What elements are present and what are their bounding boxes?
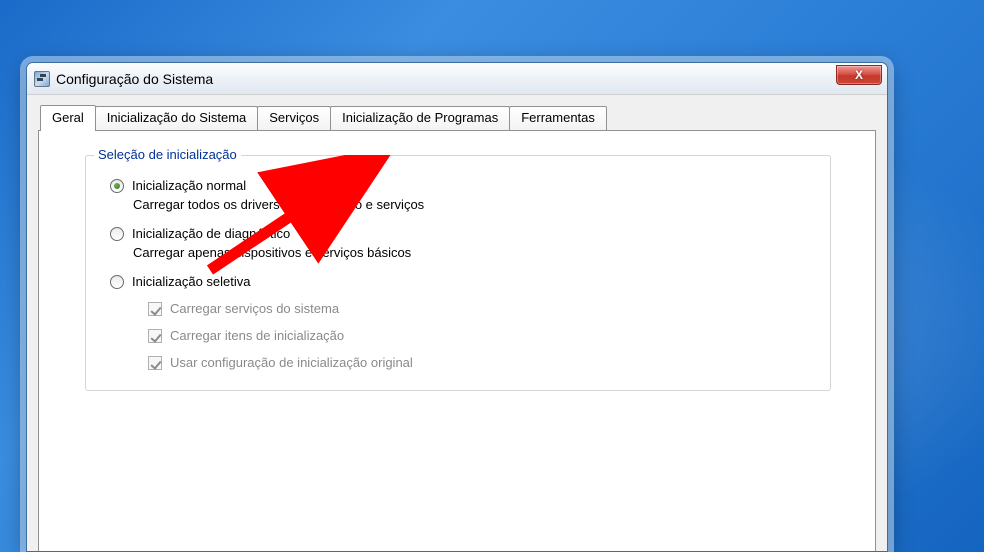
check-label: Carregar serviços do sistema (170, 301, 339, 316)
check-use-original-boot: Usar configuração de inicialização origi… (148, 355, 816, 370)
check-label: Carregar itens de inicialização (170, 328, 344, 343)
radio-icon (110, 275, 124, 289)
startup-selection-group: Seleção de inicialização Inicialização n… (85, 155, 831, 391)
titlebar[interactable]: Configuração do Sistema X (27, 63, 887, 95)
checkbox-icon (148, 356, 162, 370)
msconfig-window: Configuração do Sistema X Geral Iniciali… (26, 62, 888, 552)
tab-geral[interactable]: Geral (40, 105, 96, 131)
close-icon: X (855, 68, 863, 82)
checkbox-icon (148, 302, 162, 316)
radio-label: Inicialização de diagnóstico (132, 226, 290, 241)
check-load-startup-items: Carregar itens de inicialização (148, 328, 816, 343)
radio-icon (110, 179, 124, 193)
tab-panel-geral: Seleção de inicialização Inicialização n… (38, 130, 876, 552)
checkbox-icon (148, 329, 162, 343)
tabstrip: Geral Inicialização do Sistema Serviços … (40, 105, 876, 130)
radio-normal-startup[interactable]: Inicialização normal (110, 178, 816, 193)
window-body: Geral Inicialização do Sistema Serviços … (27, 95, 887, 551)
radio-desc: Carregar todos os drivers de dispositivo… (133, 197, 816, 212)
radio-diagnostic-startup[interactable]: Inicialização de diagnóstico (110, 226, 816, 241)
radio-desc: Carregar apenas dispositivos e serviços … (133, 245, 816, 260)
radio-selective-startup[interactable]: Inicialização seletiva (110, 274, 816, 289)
app-icon (34, 71, 50, 87)
check-load-system-services: Carregar serviços do sistema (148, 301, 816, 316)
close-button[interactable]: X (836, 65, 882, 85)
tab-label: Ferramentas (521, 110, 595, 125)
tab-inicializacao-sistema[interactable]: Inicialização do Sistema (95, 106, 258, 130)
tab-label: Geral (52, 110, 84, 125)
tab-label: Inicialização do Sistema (107, 110, 246, 125)
tab-label: Inicialização de Programas (342, 110, 498, 125)
radio-icon (110, 227, 124, 241)
tab-inicializacao-programas[interactable]: Inicialização de Programas (330, 106, 510, 130)
check-label: Usar configuração de inicialização origi… (170, 355, 413, 370)
tab-servicos[interactable]: Serviços (257, 106, 331, 130)
tab-ferramentas[interactable]: Ferramentas (509, 106, 607, 130)
tab-label: Serviços (269, 110, 319, 125)
radio-label: Inicialização normal (132, 178, 246, 193)
fieldset-legend: Seleção de inicialização (94, 147, 241, 162)
window-title: Configuração do Sistema (56, 71, 213, 87)
radio-label: Inicialização seletiva (132, 274, 251, 289)
